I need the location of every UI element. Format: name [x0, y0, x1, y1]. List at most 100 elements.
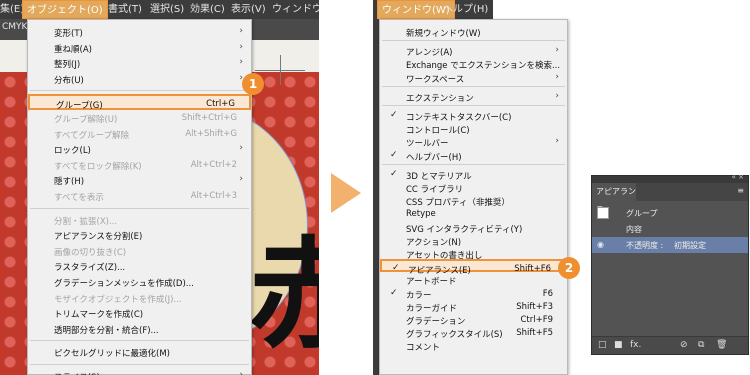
- submenu-chevron-icon: ›: [555, 90, 559, 101]
- window-menu: 新規ウィンドウ(W) アレンジ(A) › Exchange でエクステンションを検索.…: [379, 19, 568, 375]
- menu-item[interactable]: Retype: [380, 206, 567, 219]
- menu-item[interactable]: 分布(U) ›: [28, 71, 251, 87]
- panel-top-bar[interactable]: « ×: [592, 173, 748, 183]
- collapse-icon[interactable]: « ×: [732, 173, 744, 181]
- menubar-item[interactable]: 効果(C): [190, 0, 225, 19]
- menu-item[interactable]: 整列(J) ›: [28, 55, 251, 71]
- menubar-item[interactable]: ウィンドウ: [272, 0, 319, 19]
- right-screenshot: ウィンドウ(W) ヘルプ(H) 新規ウィンドウ(W) アレンジ(A) › Exchang…: [373, 0, 750, 375]
- duplicate-item-icon[interactable]: ⧉: [698, 340, 704, 350]
- menu-separator: [382, 85, 565, 87]
- menu-item[interactable]: グラフィックスタイル(S) Shift+F5: [380, 325, 567, 340]
- menu-item[interactable]: グループ(G) Ctrl+G: [28, 94, 251, 111]
- menu-item[interactable]: ✓ ヘルプバー(H): [380, 148, 567, 163]
- add-fill-icon[interactable]: ■: [614, 340, 623, 350]
- menu-item: すべてグループ解除 Alt+Shift+G: [28, 126, 251, 142]
- menu-item-shortcut: Shift+Ctrl+G: [181, 113, 237, 123]
- step-badge-1: 1: [242, 73, 264, 95]
- submenu-chevron-icon: ›: [239, 41, 243, 52]
- menu-separator: [382, 105, 565, 106]
- menu-item[interactable]: SVG インタラクティビティ(Y): [380, 220, 567, 235]
- menu-item[interactable]: 透明部分を分割・統合(F)...: [28, 321, 251, 337]
- menubar-item[interactable]: 集(E): [0, 0, 24, 19]
- submenu-chevron-icon: ›: [239, 57, 243, 68]
- menu-item-label: スライス(S): [54, 371, 100, 375]
- menu-separator: [382, 40, 565, 42]
- menu-item-label: 新規ウィンドウ(W): [406, 29, 481, 39]
- menu-item-label: 整列(J): [54, 60, 81, 71]
- menu-item-shortcut: Shift+F5: [516, 328, 553, 339]
- menu-item-shortcut: Shift+F3: [516, 301, 553, 312]
- menu-item[interactable]: アピアランスを分割(E): [28, 227, 251, 243]
- clear-appearance-icon[interactable]: ⊘: [680, 340, 688, 350]
- tab-appearance[interactable]: アピアランス: [592, 183, 636, 214]
- menu-separator: [30, 340, 249, 342]
- menu-item[interactable]: アレンジ(A) ›: [380, 43, 567, 58]
- menu-item[interactable]: アセットの書き出し: [380, 246, 567, 261]
- menu-item[interactable]: CC ライブラリ: [380, 180, 567, 195]
- menu-item[interactable]: Exchange でエクステンションを検索...: [380, 56, 567, 71]
- menu-item[interactable]: ✓ コンテキストタスクバー(C): [380, 108, 567, 123]
- opacity-row[interactable]: ◉ 不透明度 : 初期設定: [592, 237, 748, 253]
- menu-item-label: ロック(L): [54, 146, 91, 157]
- menu-item[interactable]: ✓ カラー F6: [380, 286, 567, 301]
- menu-item[interactable]: CSS プロパティ（非推奨）: [380, 193, 567, 208]
- group-label: グループ: [626, 209, 658, 218]
- panel-bottom-toolbar: □ ■ fx. ⊘ ⧉ 🗑: [592, 336, 748, 354]
- artwork-glyph: 赤: [248, 224, 319, 365]
- menu-item-shortcut: Ctrl+F9: [520, 315, 553, 325]
- menu-item[interactable]: ワークスペース ›: [380, 70, 567, 85]
- menu-item: すべてを表示 Alt+Ctrl+3: [28, 188, 251, 204]
- menubar-item[interactable]: オブジェクト(O): [22, 0, 108, 19]
- menu-item[interactable]: ✓ 3D とマテリアル: [380, 167, 567, 182]
- menu-item[interactable]: グラデーション Ctrl+F9: [380, 312, 567, 327]
- object-menu: 変形(T) › 重ね順(A) › 整列(J) › 分布(U) › グループ(G) Ctrl+G グル…: [27, 19, 252, 375]
- opacity-value[interactable]: 初期設定: [674, 240, 706, 251]
- menu-item-label: 画像の切り抜き(C): [54, 247, 127, 258]
- menubar-empty-area: [493, 0, 750, 19]
- menu-item-label: トリムマークを作成(C): [54, 310, 144, 321]
- menubar-item[interactable]: 書式(T): [108, 0, 142, 19]
- group-row[interactable]: グループ: [592, 205, 748, 221]
- menu-item[interactable]: アートボード: [380, 272, 567, 287]
- visibility-eye-icon[interactable]: ◉: [597, 240, 604, 249]
- menu-item[interactable]: ラスタライズ(Z)...: [28, 258, 251, 274]
- checkmark-icon: ✓: [390, 168, 398, 179]
- menu-item[interactable]: グラデーションメッシュを作成(D)...: [28, 274, 251, 290]
- menu-item[interactable]: カラーガイド Shift+F3: [380, 299, 567, 314]
- menu-item[interactable]: スライス(S) ›: [28, 368, 251, 375]
- menubar-item[interactable]: ヘルプ(H): [443, 0, 488, 19]
- menu-item[interactable]: エクステンション ›: [380, 89, 567, 104]
- menu-item-label: ラスタライズ(Z)...: [54, 263, 126, 274]
- menu-item[interactable]: コメント: [380, 338, 567, 353]
- menu-item-label: 隠す(H): [54, 177, 85, 188]
- menu-item-label: エクステンション: [406, 93, 474, 104]
- menu-item[interactable]: ✓ アピアランス(E) Shift+F6: [380, 259, 567, 276]
- delete-icon[interactable]: 🗑: [716, 340, 727, 350]
- menu-item[interactable]: トリムマークを作成(C): [28, 305, 251, 321]
- content-row[interactable]: 内容: [592, 221, 748, 237]
- menu-item-label: モザイクオブジェクトを作成(J)...: [54, 294, 182, 305]
- menu-item[interactable]: コントロール(C): [380, 121, 567, 136]
- menu-item-label: Retype: [406, 209, 436, 220]
- menu-item[interactable]: 新規ウィンドウ(W): [380, 24, 567, 39]
- menu-item-label: 変形(T): [54, 29, 83, 39]
- menu-item-shortcut: Alt+Ctrl+2: [190, 159, 237, 170]
- panel-menu-icon[interactable]: ≡: [737, 186, 744, 195]
- menu-item[interactable]: 重ね順(A) ›: [28, 40, 251, 56]
- menu-item-label: 透明部分を分割・統合(F)...: [54, 325, 159, 336]
- menu-item[interactable]: ピクセルグリッドに最適化(M): [28, 344, 251, 360]
- menu-item: すべてをロック解除(K) Alt+Ctrl+2: [28, 157, 251, 173]
- menu-item[interactable]: アクション(N): [380, 233, 567, 248]
- menubar-item[interactable]: 選択(S): [150, 0, 184, 19]
- menu-item-shortcut: F6: [542, 288, 553, 299]
- menu-item[interactable]: ツールバー ›: [380, 134, 567, 149]
- menu-item[interactable]: 隠す(H) ›: [28, 172, 251, 188]
- menu-item[interactable]: 変形(T) ›: [28, 24, 251, 40]
- menu-separator: [30, 90, 249, 92]
- add-effect-icon[interactable]: fx.: [630, 340, 641, 350]
- add-stroke-icon[interactable]: □: [598, 340, 607, 350]
- menubar-item[interactable]: 表示(V): [231, 0, 266, 19]
- menu-item[interactable]: ロック(L) ›: [28, 141, 251, 157]
- checkmark-icon: ✓: [390, 149, 398, 160]
